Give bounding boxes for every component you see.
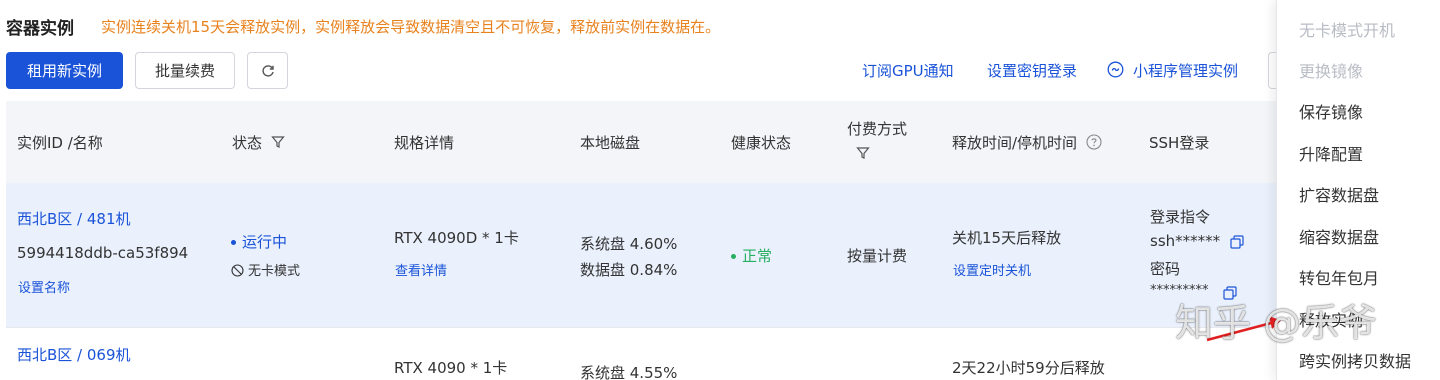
menu-item-save-image[interactable]: 保存镜像: [1299, 99, 1363, 123]
batch-renew-button[interactable]: 批量续费: [135, 52, 235, 89]
release-notice: 实例连续关机15天会释放实例，实例释放会导致数据清空且不可恢复，释放前实例在数据…: [101, 18, 721, 36]
refresh-icon: [261, 64, 274, 77]
ssh-command: ssh******: [1150, 232, 1221, 250]
header-status[interactable]: 状态: [232, 132, 285, 153]
instance-region-link[interactable]: 西北B区 / 069机: [17, 344, 131, 365]
system-disk-usage: 系统盘 4.55%: [580, 364, 678, 380]
table-header: 实例ID /名称 状态 规格详情 本地磁盘 健康状态 付费方式 释放时间/停机时…: [6, 101, 1286, 183]
spec-value: RTX 4090D * 1卡: [394, 229, 519, 247]
password-label: 密码: [1150, 260, 1181, 278]
menu-item-cross-copy[interactable]: 跨实例拷贝数据: [1299, 348, 1411, 372]
menu-item-change-config[interactable]: 升降配置: [1299, 141, 1363, 165]
status-label: 运行中: [242, 233, 288, 251]
menu-item-no-card-boot[interactable]: 无卡模式开机: [1299, 17, 1395, 41]
page-title: 容器实例: [6, 19, 74, 39]
spec-value: RTX 4090 * 1卡: [394, 359, 508, 377]
help-icon[interactable]: [1086, 134, 1102, 150]
instance-id: 5994418ddb-ca53f894: [17, 244, 189, 262]
header-billing: 付费方式: [847, 120, 908, 138]
header-id-name: 实例ID /名称: [17, 134, 103, 152]
filter-icon[interactable]: [271, 135, 285, 149]
header-disk: 本地磁盘: [580, 134, 641, 152]
billing-method: 按量计费: [847, 247, 908, 265]
set-name-link[interactable]: 设置名称: [18, 277, 70, 296]
release-time: 2天22小时59分后释放: [952, 359, 1105, 377]
no-card-icon: [231, 264, 244, 277]
rent-new-instance-button[interactable]: 租用新实例: [6, 52, 123, 89]
refresh-button[interactable]: [247, 52, 288, 89]
mode-badge: 无卡模式: [231, 260, 300, 279]
mini-program-icon: [1107, 61, 1124, 78]
health-label: 正常: [742, 247, 773, 265]
system-disk-usage: 系统盘 4.60%: [580, 235, 678, 253]
instance-region-link[interactable]: 西北B区 / 481机: [17, 208, 131, 229]
health-dot: [731, 254, 736, 259]
copy-icon[interactable]: [1230, 235, 1244, 249]
menu-item-expand-disk[interactable]: 扩容数据盘: [1299, 182, 1379, 206]
table-row: 西北B区 / 481机 5994418ddb-ca53f894 设置名称 运行中…: [6, 183, 1286, 327]
health-status: 正常: [731, 245, 772, 266]
gpu-notify-link[interactable]: 订阅GPU通知: [862, 60, 954, 81]
spec-detail-link[interactable]: 查看详情: [395, 260, 447, 279]
ssh-command-label: 登录指令: [1150, 208, 1211, 226]
header-release-label: 释放时间/停机时间: [952, 134, 1078, 152]
menu-item-subscription[interactable]: 转包年包月: [1299, 265, 1379, 289]
billing-filter-icon[interactable]: [856, 146, 870, 160]
mode-label: 无卡模式: [248, 264, 301, 279]
ssh-key-login-link[interactable]: 设置密钥登录: [987, 60, 1077, 81]
status-dot: [231, 240, 236, 245]
header-status-label: 状态: [232, 134, 263, 152]
header-spec: 规格详情: [394, 134, 455, 152]
instance-page: 容器实例 实例连续关机15天会释放实例，实例释放会导致数据清空且不可恢复，释放前…: [0, 0, 1440, 380]
menu-item-shrink-disk[interactable]: 缩容数据盘: [1299, 224, 1379, 248]
header-ssh: SSH登录: [1149, 134, 1210, 152]
status-running: 运行中: [231, 231, 287, 252]
data-disk-usage: 数据盘 0.84%: [580, 261, 678, 279]
mini-program-link[interactable]: 小程序管理实例: [1133, 60, 1238, 81]
menu-item-change-image[interactable]: 更换镜像: [1299, 58, 1363, 82]
row-divider: [6, 327, 1286, 328]
header-release-time: 释放时间/停机时间: [952, 132, 1102, 153]
set-shutdown-link[interactable]: 设置定时关机: [953, 260, 1031, 279]
watermark: 知乎 @乐爷: [1175, 301, 1378, 345]
header-health: 健康状态: [731, 134, 792, 152]
release-time: 关机15天后释放: [952, 229, 1062, 247]
